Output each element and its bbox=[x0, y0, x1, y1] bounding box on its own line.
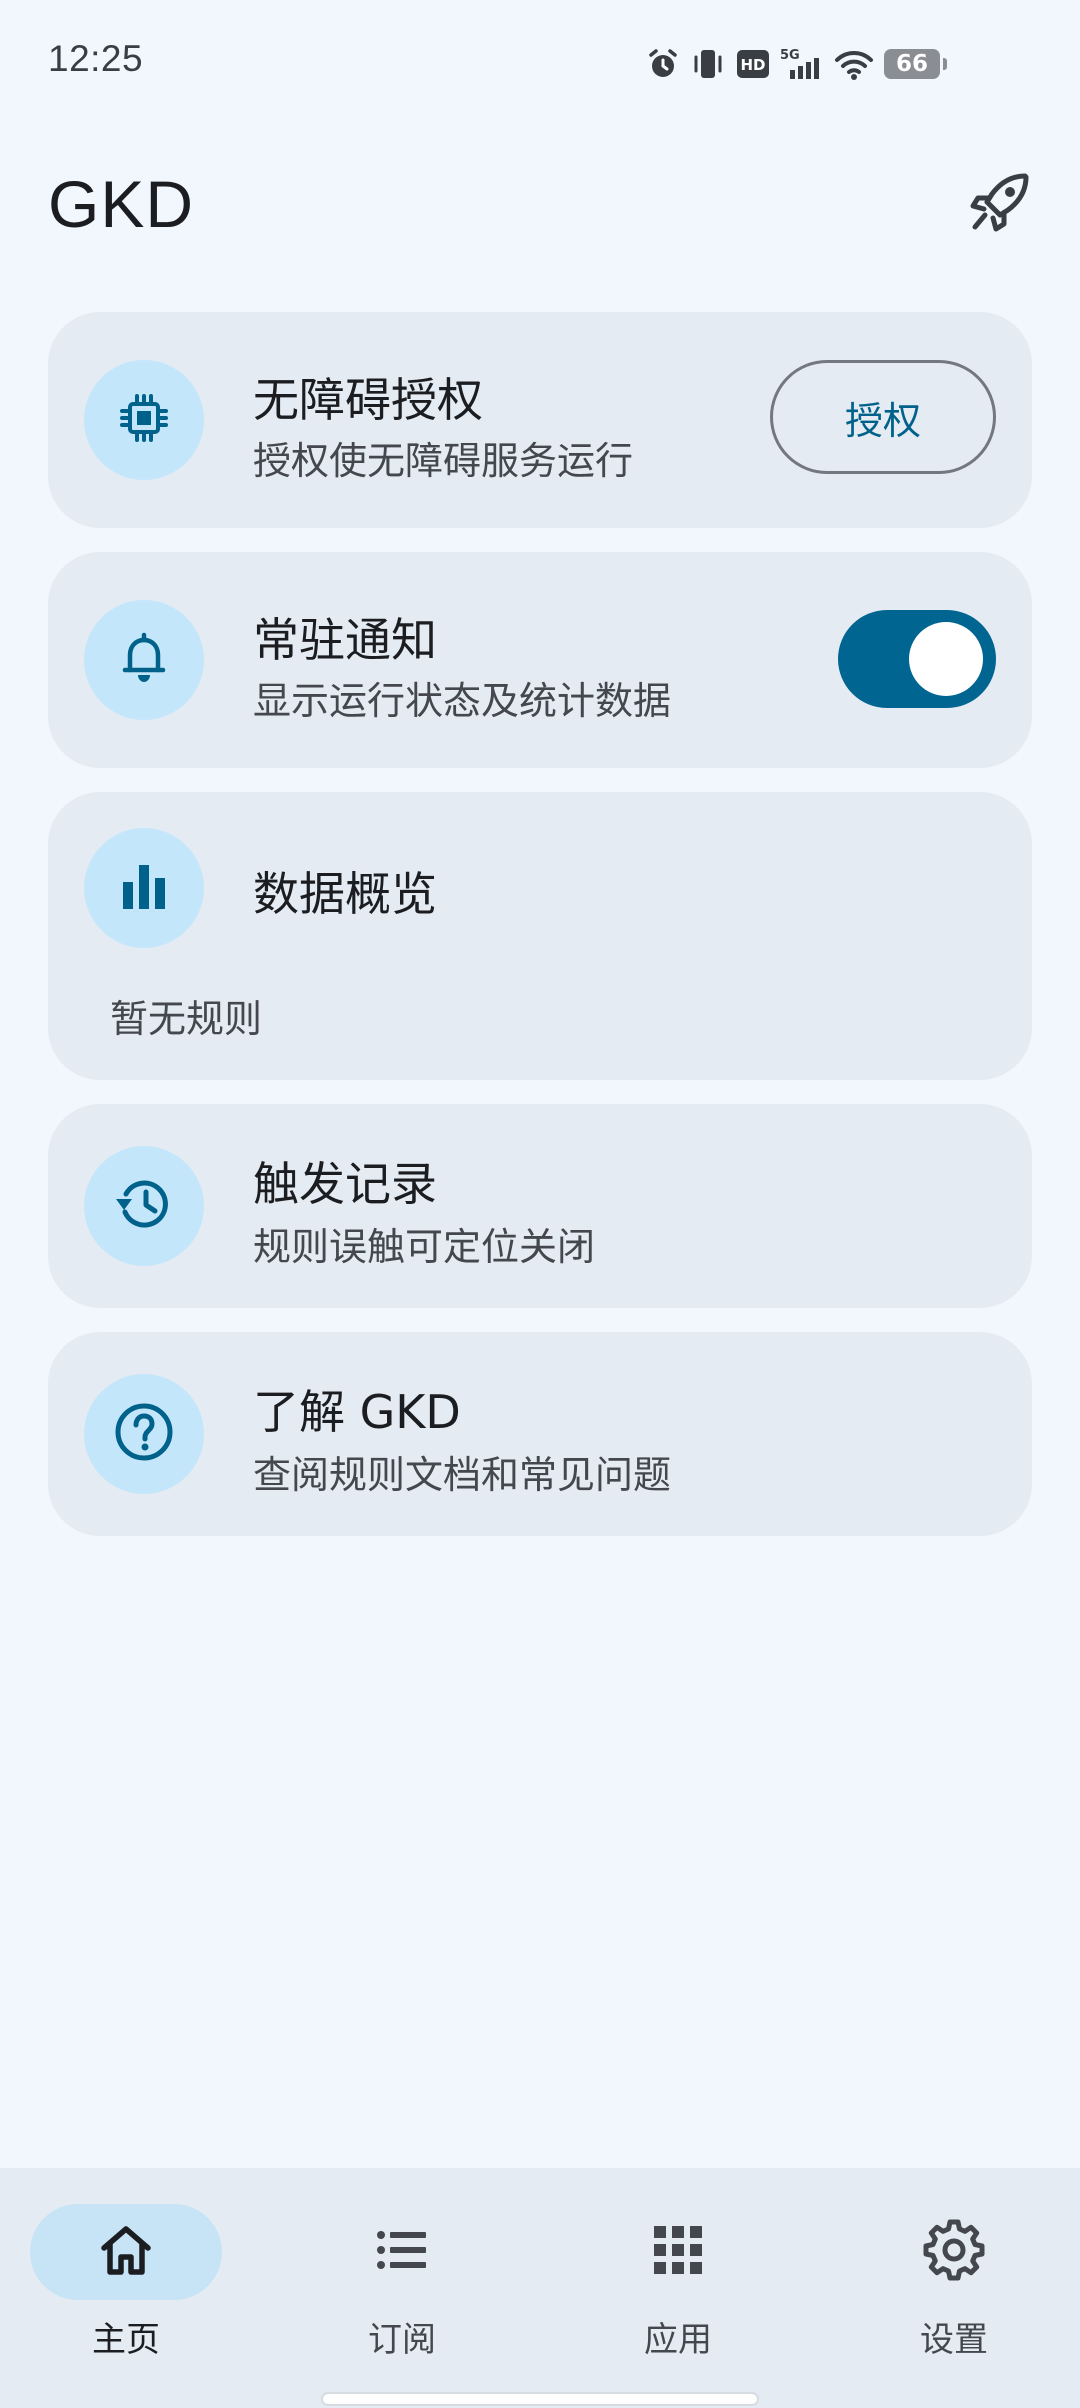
nav-label-apps: 应用 bbox=[644, 2320, 712, 2360]
rocket-icon bbox=[967, 169, 1033, 239]
accessibility-icon-circle bbox=[84, 360, 204, 480]
about-card[interactable]: 了解 GKD 查阅规则文档和常见问题 bbox=[48, 1332, 1032, 1536]
nav-item-home[interactable]: 主页 bbox=[22, 2204, 222, 2374]
bar-chart-icon bbox=[115, 857, 173, 919]
history-card[interactable]: 触发记录 规则误触可定位关闭 bbox=[48, 1104, 1032, 1308]
rocket-button[interactable] bbox=[960, 164, 1040, 244]
no-rules-text: 暂无规则 bbox=[110, 997, 263, 1041]
notification-card: 常驻通知 显示运行状态及统计数据 bbox=[48, 552, 1032, 768]
history-icon bbox=[112, 1172, 176, 1240]
nav-item-apps[interactable]: 应用 bbox=[574, 2204, 774, 2374]
nav-label-subscriptions: 订阅 bbox=[368, 2320, 436, 2360]
overview-title: 数据概览 bbox=[253, 867, 437, 921]
notification-subtitle: 显示运行状态及统计数据 bbox=[253, 679, 672, 723]
bottom-navigation: 主页 订阅 应用 设置 bbox=[0, 2168, 1080, 2408]
nav-label-settings: 设置 bbox=[920, 2320, 988, 2360]
history-icon-circle bbox=[84, 1146, 204, 1266]
bell-icon bbox=[115, 629, 173, 691]
vibrate-icon bbox=[690, 46, 726, 82]
accessibility-subtitle: 授权使无障碍服务运行 bbox=[253, 439, 634, 483]
nav-item-settings[interactable]: 设置 bbox=[850, 2204, 1050, 2374]
signal-5g-icon: 5G bbox=[780, 46, 824, 82]
chip-icon bbox=[115, 389, 173, 451]
battery-level: 66 bbox=[895, 51, 928, 77]
notification-icon-circle bbox=[84, 600, 204, 720]
toggle-thumb bbox=[909, 622, 983, 696]
status-icons: HD 5G 66 bbox=[646, 42, 947, 86]
list-icon bbox=[372, 2220, 432, 2284]
nav-item-subscriptions[interactable]: 订阅 bbox=[298, 2204, 498, 2374]
overview-card: 数据概览 暂无规则 bbox=[48, 792, 1032, 1080]
status-time: 12:25 bbox=[48, 38, 144, 79]
settings-icon bbox=[923, 2219, 985, 2285]
about-subtitle: 查阅规则文档和常见问题 bbox=[253, 1453, 672, 1497]
history-title: 触发记录 bbox=[253, 1157, 437, 1211]
authorize-button[interactable]: 授权 bbox=[770, 360, 996, 474]
home-icon bbox=[96, 2220, 156, 2284]
alarm-icon bbox=[646, 47, 680, 81]
status-bar: 12:25 HD 5G 66 bbox=[0, 0, 1080, 126]
overview-icon-circle bbox=[84, 828, 204, 948]
battery-icon: 66 bbox=[884, 49, 947, 79]
help-circle-icon bbox=[112, 1400, 176, 1468]
about-title: 了解 GKD bbox=[253, 1385, 461, 1439]
nav-label-home: 主页 bbox=[92, 2320, 160, 2360]
wifi-icon bbox=[834, 47, 874, 81]
network-label: 5G bbox=[780, 48, 800, 63]
hd-label: HD bbox=[740, 56, 765, 74]
about-icon-circle bbox=[84, 1374, 204, 1494]
hd-icon: HD bbox=[736, 49, 770, 79]
notification-toggle[interactable] bbox=[838, 610, 996, 708]
accessibility-card: 无障碍授权 授权使无障碍服务运行 授权 bbox=[48, 312, 1032, 528]
notification-title: 常驻通知 bbox=[253, 613, 437, 667]
top-app-bar: GKD bbox=[0, 126, 1080, 282]
page-title: GKD bbox=[48, 167, 195, 241]
apps-grid-icon bbox=[648, 2220, 708, 2284]
gesture-navigation-bar[interactable] bbox=[323, 2394, 757, 2404]
accessibility-title: 无障碍授权 bbox=[253, 373, 483, 427]
history-subtitle: 规则误触可定位关闭 bbox=[253, 1225, 596, 1269]
